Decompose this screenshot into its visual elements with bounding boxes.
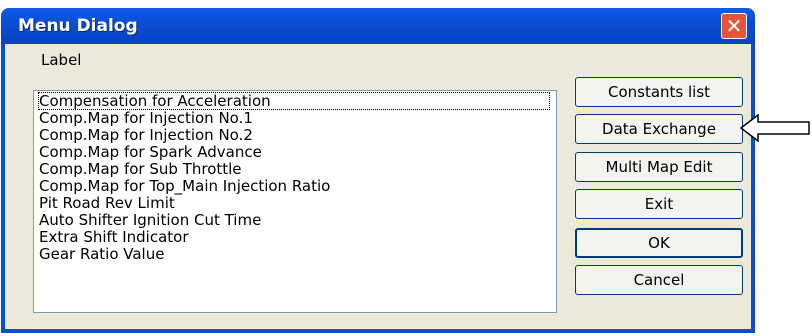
list-item[interactable]: Comp.Map for Top_Main Injection Ratio xyxy=(39,178,330,194)
list-item[interactable]: Auto Shifter Ignition Cut Time xyxy=(39,212,261,228)
multi-map-edit-button[interactable]: Multi Map Edit xyxy=(575,152,743,182)
close-icon: ✕ xyxy=(725,14,743,38)
list-item[interactable]: Gear Ratio Value xyxy=(39,246,164,262)
exit-button[interactable]: Exit xyxy=(575,189,743,219)
window-title: Menu Dialog xyxy=(18,16,138,36)
constants-list-button[interactable]: Constants list xyxy=(575,77,743,107)
cancel-button[interactable]: Cancel xyxy=(575,265,743,295)
list-item[interactable]: Compensation for Acceleration xyxy=(38,92,550,110)
title-bar[interactable]: Menu Dialog ✕ xyxy=(1,8,755,44)
left-arrow-icon xyxy=(740,114,810,142)
ok-button[interactable]: OK xyxy=(575,228,743,258)
list-item[interactable]: Comp.Map for Injection No.2 xyxy=(39,127,253,143)
dialog-body: Label Compensation for Acceleration Comp… xyxy=(5,44,751,329)
menu-listbox[interactable]: Compensation for Acceleration Comp.Map f… xyxy=(33,90,557,313)
menu-dialog-window: Menu Dialog ✕ Label Compensation for Acc… xyxy=(1,8,755,333)
list-label: Label xyxy=(41,51,82,69)
list-item[interactable]: Comp.Map for Spark Advance xyxy=(39,144,262,160)
list-item[interactable]: Comp.Map for Sub Throttle xyxy=(39,161,242,177)
close-button[interactable]: ✕ xyxy=(721,13,747,39)
list-item[interactable]: Extra Shift Indicator xyxy=(39,229,189,245)
list-item[interactable]: Pit Road Rev Limit xyxy=(39,195,175,211)
data-exchange-button[interactable]: Data Exchange xyxy=(575,114,743,144)
list-item[interactable]: Comp.Map for Injection No.1 xyxy=(39,110,253,126)
